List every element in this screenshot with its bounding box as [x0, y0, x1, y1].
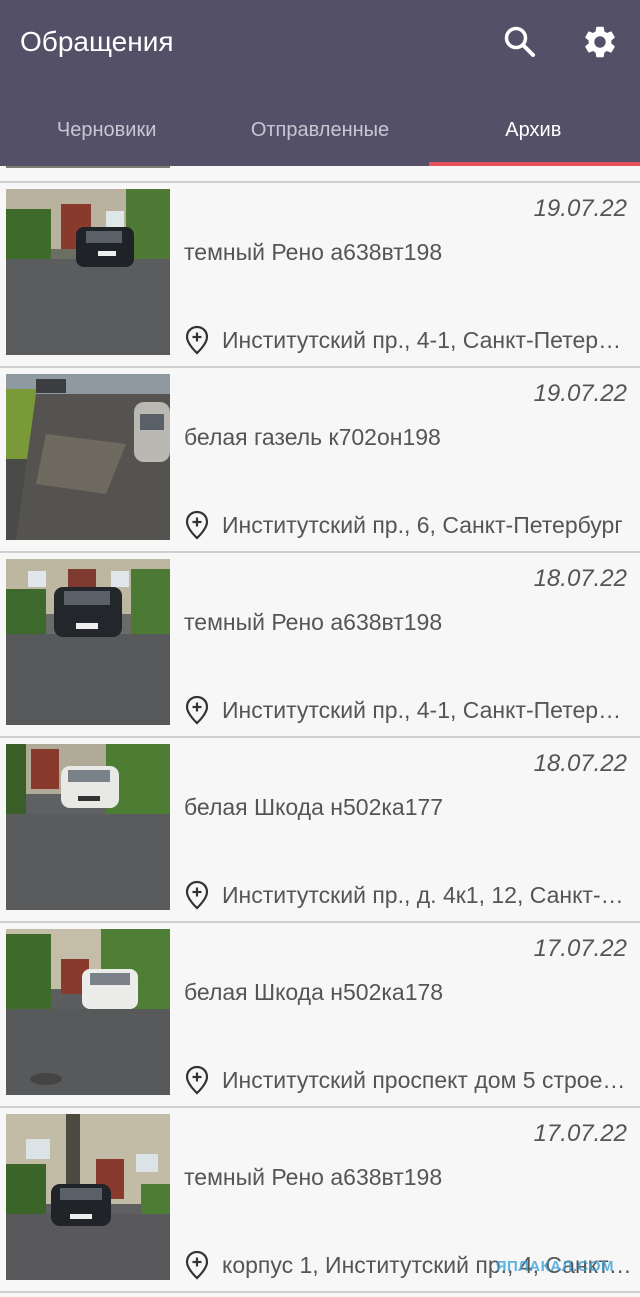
- photo-thumbnail[interactable]: [6, 559, 170, 725]
- location-pin-icon: [185, 1250, 209, 1280]
- item-date: 19.07.22: [533, 380, 627, 407]
- location-pin-icon: [185, 510, 209, 540]
- tab-bar: Черновики Отправленные Архив: [0, 100, 640, 166]
- app-bar: Обращения Черновики Отправленные Архив: [0, 0, 640, 166]
- tab-archive[interactable]: Архив: [427, 100, 640, 166]
- item-date: 19.07.22: [533, 195, 627, 222]
- photo-thumbnail[interactable]: [6, 929, 170, 1095]
- item-address: Институтский проспект дом 5 строение 1: [184, 1063, 632, 1097]
- list-item[interactable]: 18.07.22 белая Шкода н502ка177 Институтс…: [0, 738, 640, 923]
- item-address: Институтский пр., 4-1, Санкт-Петербург: [184, 693, 632, 727]
- location-pin-icon: [185, 695, 209, 725]
- item-description: темный Рено а638вт198: [184, 239, 443, 265]
- page-title: Обращения: [20, 26, 174, 57]
- list-item[interactable]: 18.07.22 темный Рено а638вт198 Институтс…: [0, 553, 640, 738]
- gear-icon: [585, 26, 615, 58]
- settings-button[interactable]: [580, 22, 620, 62]
- photo-thumbnail[interactable]: [6, 744, 170, 910]
- photo-thumbnail[interactable]: [6, 189, 170, 355]
- item-address: Институтский пр., 6, Санкт-Петербург: [184, 508, 632, 542]
- item-address-text: Институтский проспект дом 5 строение 1: [222, 1066, 632, 1093]
- list-item[interactable]: 19.07.22 темный Рено а638вт198 Институтс…: [0, 183, 640, 368]
- item-address-text: Институтский пр., 4-1, Санкт-Петербург: [222, 696, 632, 723]
- item-date: 17.07.22: [533, 1120, 627, 1147]
- photo-thumbnail[interactable]: [6, 374, 170, 540]
- appeals-list[interactable]: 19.07.22 темный Рено а638вт198 Институтс…: [0, 166, 640, 1293]
- item-description: белая газель к702он198: [184, 424, 441, 450]
- location-pin-icon: [185, 1065, 209, 1095]
- list-item-partial[interactable]: [0, 166, 640, 183]
- item-address-text: Институтский пр., 6, Санкт-Петербург: [222, 511, 623, 538]
- item-address-text: Институтский пр., д. 4к1, 12, Санкт-Пете…: [222, 881, 632, 908]
- item-description: темный Рено а638вт198: [184, 609, 443, 635]
- item-description: белая Шкода н502ка177: [184, 794, 444, 820]
- item-address: Институтский пр., д. 4к1, 12, Санкт-Пете…: [184, 878, 632, 912]
- item-description: белая Шкода н502ка178: [184, 979, 444, 1005]
- list-item[interactable]: 19.07.22 белая газель к702он198 Институт…: [0, 368, 640, 553]
- tab-sent[interactable]: Отправленные: [213, 100, 426, 166]
- item-address: Институтский пр., 4-1, Санкт-Петербург: [184, 323, 632, 357]
- list-item[interactable]: 17.07.22 белая Шкода н502ка178 Институтс…: [0, 923, 640, 1108]
- item-address-text: Институтский пр., 4-1, Санкт-Петербург: [222, 326, 632, 353]
- search-button[interactable]: [500, 22, 540, 62]
- tab-drafts[interactable]: Черновики: [0, 100, 213, 166]
- location-pin-icon: [185, 325, 209, 355]
- item-date: 18.07.22: [533, 750, 627, 777]
- watermark: ЯПЛАКАЛ.COM: [495, 1258, 614, 1275]
- item-description: темный Рено а638вт198: [184, 1164, 443, 1190]
- location-pin-icon: [185, 880, 209, 910]
- item-date: 17.07.22: [533, 935, 627, 962]
- search-icon: [504, 26, 535, 57]
- photo-thumbnail[interactable]: [6, 1114, 170, 1280]
- item-date: 18.07.22: [533, 565, 627, 592]
